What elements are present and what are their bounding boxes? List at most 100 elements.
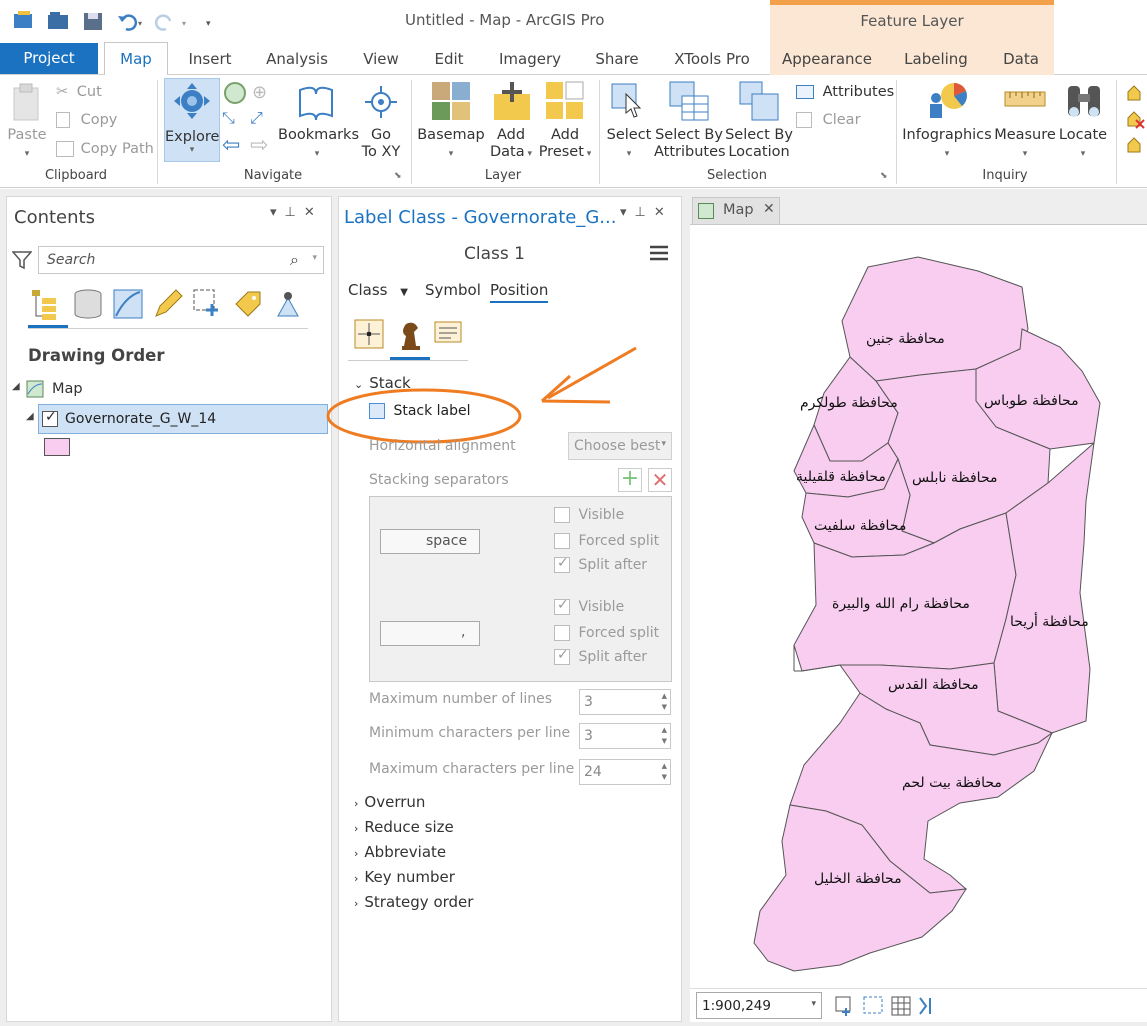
abbreviate-section[interactable]: › Abbreviate bbox=[354, 843, 446, 861]
strategy-order-section[interactable]: › Strategy order bbox=[354, 893, 473, 911]
remove-separator-icon[interactable]: ✕ bbox=[648, 468, 672, 492]
search-input[interactable]: Search ⌕ ▾ bbox=[38, 246, 324, 274]
close-icon[interactable]: ✕ bbox=[763, 201, 775, 217]
clear-button[interactable]: Clear bbox=[796, 109, 861, 131]
sep2-split-after-checkbox[interactable]: Split after bbox=[554, 647, 647, 665]
cut-button[interactable]: ✂ Cut bbox=[56, 81, 102, 103]
separator-2-input[interactable]: , bbox=[380, 621, 480, 646]
key-number-label: Key number bbox=[364, 868, 455, 886]
basemap-button[interactable]: Basemap ▾ bbox=[416, 127, 486, 163]
sep1-forced-split-checkbox[interactable]: Forced split bbox=[554, 533, 659, 549]
tab-insert[interactable]: Insert bbox=[180, 44, 240, 74]
tab-map[interactable]: Map bbox=[104, 42, 168, 76]
tab-position[interactable]: Position bbox=[490, 281, 549, 303]
status-tool-icons[interactable] bbox=[834, 994, 944, 1018]
tab-class[interactable]: Class ▼ bbox=[348, 281, 408, 299]
contents-pane-controls[interactable]: ▾⊥✕ bbox=[270, 205, 323, 220]
back-arrow-icon[interactable]: ⇦ bbox=[222, 134, 240, 158]
map-canvas[interactable]: محافظة جنين محافظة طوباس محافظة طولكرم م… bbox=[690, 224, 1147, 988]
scale-select[interactable]: 1:900,249 ▾ bbox=[696, 992, 822, 1019]
filter-icon[interactable] bbox=[11, 250, 33, 270]
map-node-label[interactable]: Map bbox=[52, 381, 83, 397]
sep1-split-after-checkbox[interactable]: Split after bbox=[554, 555, 647, 573]
tab-view[interactable]: View bbox=[356, 44, 406, 74]
tab-labeling[interactable]: Labeling bbox=[896, 44, 976, 74]
search-dropdown-icon: ▾ bbox=[312, 253, 317, 263]
paste-button[interactable]: Paste ▾ bbox=[4, 127, 50, 163]
go-to-xy-button[interactable]: Go To XY bbox=[356, 127, 406, 161]
spinner-arrows-icon[interactable]: ▲ ▼ bbox=[662, 691, 667, 713]
list-by-selection-icon[interactable] bbox=[192, 288, 224, 320]
list-by-labeling-icon[interactable] bbox=[232, 288, 264, 320]
sep1-visible-checkbox[interactable]: Visible bbox=[554, 507, 624, 523]
tab-project[interactable]: Project bbox=[0, 43, 98, 74]
locate-button[interactable]: Locate ▾ bbox=[1056, 127, 1110, 163]
group-separator bbox=[157, 80, 158, 184]
label-class-pane-controls[interactable]: ▾⊥✕ bbox=[620, 205, 673, 220]
horizontal-alignment-select[interactable]: Choose best ▾ bbox=[568, 432, 672, 460]
tab-data[interactable]: Data bbox=[994, 44, 1048, 74]
sep2-visible-checkbox[interactable]: Visible bbox=[554, 597, 624, 615]
overrun-section[interactable]: › Overrun bbox=[354, 793, 425, 811]
selection-launcher-icon[interactable]: ⬊ bbox=[880, 171, 888, 181]
list-by-editing-icon[interactable] bbox=[152, 288, 184, 320]
checkbox-box bbox=[554, 597, 570, 615]
forward-arrow-icon[interactable]: ⇨ bbox=[250, 134, 268, 158]
tab-xtools-pro[interactable]: XTools Pro bbox=[666, 44, 758, 74]
max-lines-spinner[interactable]: 3 ▲ ▼ bbox=[579, 689, 671, 715]
attributes-button[interactable]: Attributes bbox=[796, 81, 894, 103]
tab-share[interactable]: Share bbox=[588, 44, 646, 74]
tab-imagery[interactable]: Imagery bbox=[494, 44, 566, 74]
copy-button[interactable]: Copy bbox=[56, 109, 117, 131]
measure-button[interactable]: Measure ▾ bbox=[994, 127, 1056, 163]
select-button[interactable]: Select ▾ bbox=[602, 127, 656, 163]
zoom-in-fixed-icon[interactable]: ⤢ bbox=[250, 108, 276, 132]
min-chars-spinner[interactable]: 3 ▲ ▼ bbox=[579, 723, 671, 749]
add-preset-button[interactable]: Add Preset ▾ bbox=[536, 127, 594, 163]
explore-button[interactable]: Explore ▾ bbox=[164, 78, 220, 162]
select-by-location-label-2: Location bbox=[728, 144, 790, 160]
bookmarks-button[interactable]: Bookmarks ▾ bbox=[278, 127, 359, 163]
map-expand-icon[interactable]: ◢ bbox=[12, 381, 20, 392]
list-by-data-source-icon[interactable] bbox=[72, 288, 104, 320]
infographics-button[interactable]: Infographics ▾ bbox=[902, 127, 992, 163]
layer-symbol-swatch[interactable] bbox=[44, 438, 70, 456]
add-separator-icon[interactable]: + bbox=[618, 468, 642, 492]
map-label-jenin: محافظة جنين bbox=[866, 331, 945, 347]
labeling-tools-icons[interactable] bbox=[1124, 82, 1147, 162]
sep2-forced-split-checkbox[interactable]: Forced split bbox=[554, 625, 659, 641]
select-by-attributes-label-2: Attributes bbox=[654, 144, 726, 160]
full-extent-icon[interactable] bbox=[224, 82, 246, 104]
layer-expand-icon[interactable]: ◢ bbox=[26, 411, 34, 422]
list-by-snapping-icon[interactable] bbox=[272, 288, 304, 320]
select-by-attributes-button[interactable]: Select By Attributes bbox=[654, 127, 726, 161]
select-by-location-button[interactable]: Select By Location bbox=[724, 127, 794, 161]
tab-analysis[interactable]: Analysis bbox=[258, 44, 336, 74]
tab-appearance[interactable]: Appearance bbox=[776, 44, 878, 74]
spinner-arrows-icon[interactable]: ▲ ▼ bbox=[662, 761, 667, 783]
copy-label: Copy bbox=[80, 112, 118, 128]
tab-symbol[interactable]: Symbol bbox=[425, 281, 481, 299]
zoom-extent-icon[interactable]: ⤡ bbox=[222, 108, 248, 132]
tab-edit[interactable]: Edit bbox=[428, 44, 470, 74]
navigate-launcher-icon[interactable]: ⬊ bbox=[394, 171, 402, 181]
spinner-arrows-icon[interactable]: ▲ ▼ bbox=[662, 725, 667, 747]
copy-path-button[interactable]: Copy Path bbox=[56, 138, 154, 160]
select-label: Select bbox=[606, 127, 652, 143]
separator-1-input[interactable]: space bbox=[380, 529, 480, 554]
zoom-fixed-icon[interactable]: ⊕ bbox=[252, 82, 274, 104]
add-data-button[interactable]: Add Data ▾ bbox=[486, 127, 536, 163]
max-chars-spinner[interactable]: 24 ▲ ▼ bbox=[579, 759, 671, 785]
layer-visibility-checkbox[interactable]: ✓ bbox=[42, 409, 58, 427]
horizontal-alignment-label: Horizontal alignment bbox=[369, 438, 516, 454]
quick-access-icons[interactable]: ▾ ▾ ▾ bbox=[10, 8, 220, 34]
key-number-section[interactable]: › Key number bbox=[354, 868, 455, 886]
list-by-source-map-icon[interactable] bbox=[112, 288, 144, 320]
label-class-title: Label Class - Governorate_G... bbox=[344, 207, 617, 228]
reduce-size-section[interactable]: › Reduce size bbox=[354, 818, 454, 836]
list-by-drawing-order-icon[interactable] bbox=[28, 286, 68, 328]
map-tab[interactable]: Map ✕ bbox=[692, 197, 780, 224]
layer-row-selected[interactable]: ✓ Governorate_G_W_14 bbox=[38, 404, 328, 434]
separator-1-value: space bbox=[426, 533, 468, 549]
hamburger-menu-icon[interactable] bbox=[650, 245, 668, 261]
